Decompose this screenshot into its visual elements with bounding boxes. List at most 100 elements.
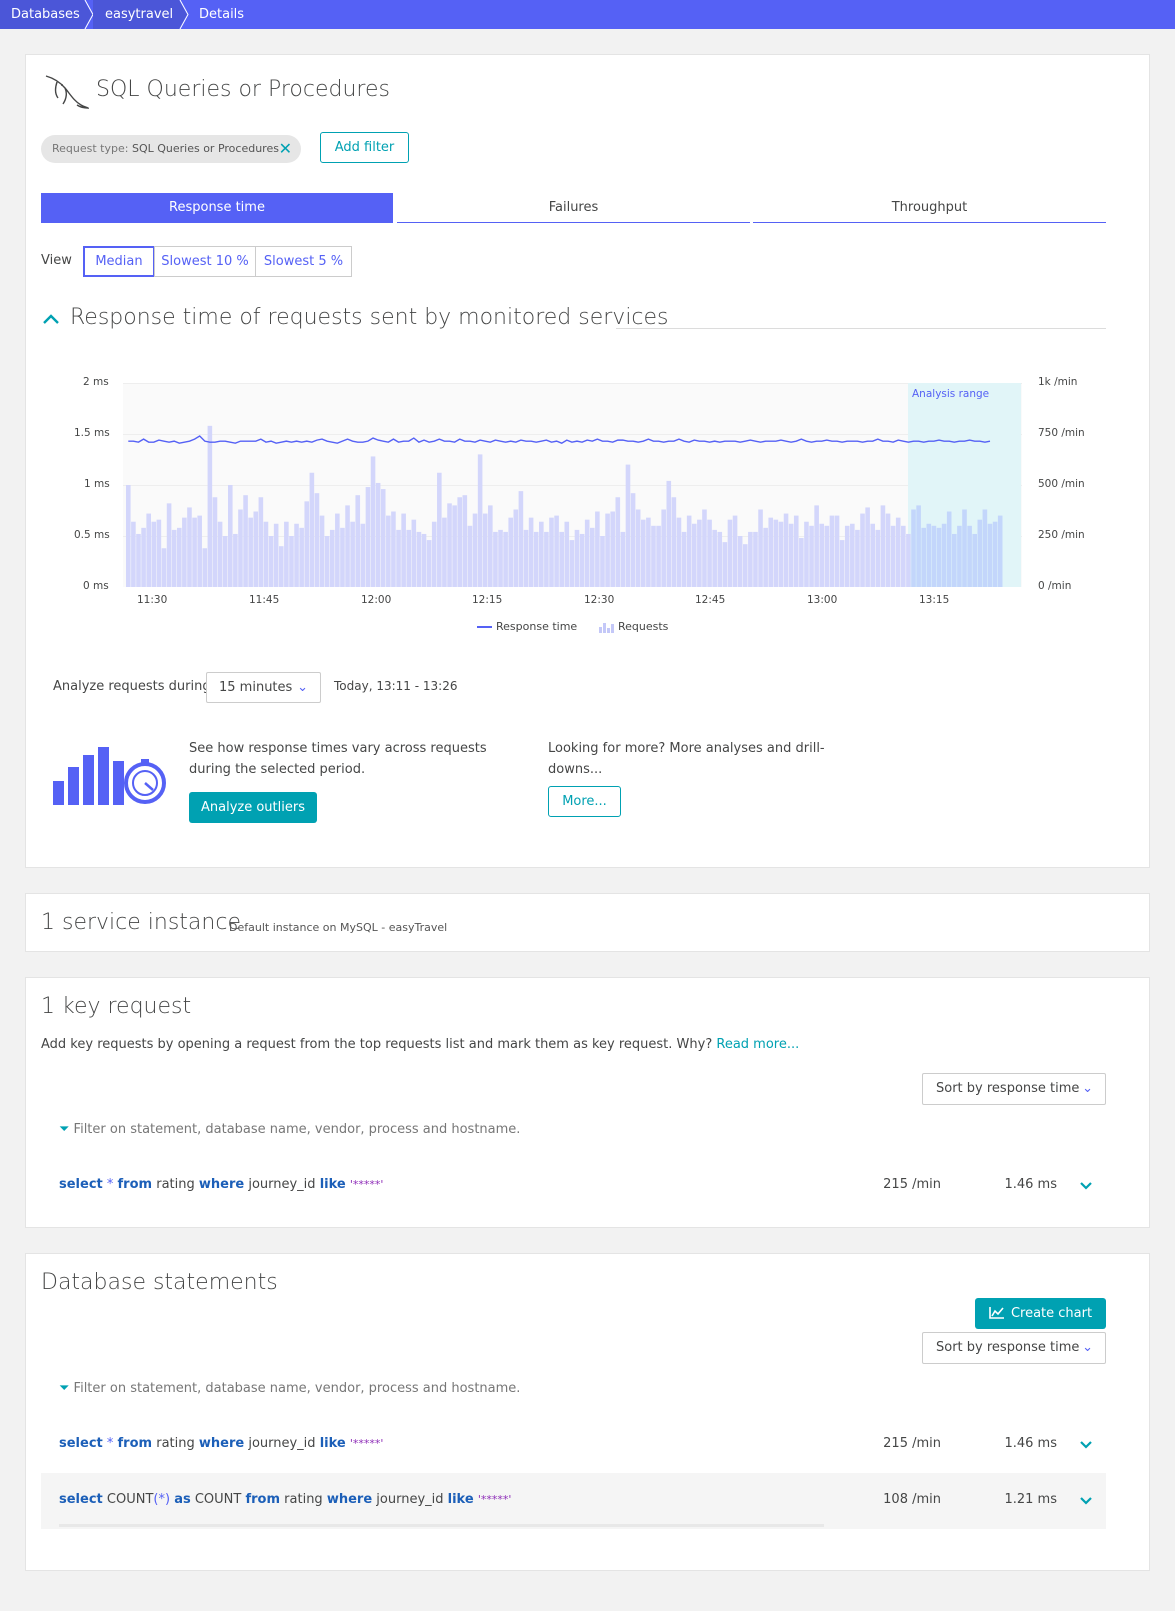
- request-bar: [401, 513, 406, 587]
- legend-response-time[interactable]: Response time: [477, 620, 577, 633]
- table-row[interactable]: select * from rating where journey_id li…: [41, 1422, 1106, 1466]
- request-bar: [416, 531, 422, 587]
- analyze-label: Analyze requests during: [53, 679, 211, 694]
- add-filter-button[interactable]: Add filter: [320, 132, 409, 163]
- table-row[interactable]: select * from rating where journey_id li…: [41, 1163, 1106, 1207]
- request-bar: [732, 515, 738, 587]
- request-bar: [952, 533, 957, 587]
- request-bar: [411, 519, 417, 587]
- expand-chevron-icon[interactable]: [1079, 1181, 1093, 1191]
- sort-value: Sort by response time: [936, 1081, 1080, 1096]
- request-bar: [615, 497, 621, 587]
- request-bar: [197, 515, 202, 587]
- request-bar: [651, 525, 656, 587]
- request-bar: [972, 533, 977, 587]
- sql-operator: *: [106, 1177, 114, 1192]
- request-bar: [187, 507, 192, 587]
- chart-plot-area[interactable]: Analysis range: [123, 383, 1022, 587]
- sql-identifier: journey_id: [248, 1177, 316, 1192]
- chevron-down-icon: ⌄: [1082, 1340, 1093, 1355]
- view-slowest-5-button[interactable]: Slowest 5 %: [255, 246, 352, 277]
- request-bar: [707, 519, 712, 587]
- request-bar: [299, 527, 304, 587]
- request-bar: [875, 529, 881, 587]
- sql-string: '*****': [477, 1493, 512, 1506]
- remove-filter-icon[interactable]: ✕: [279, 135, 292, 163]
- request-bar: [375, 482, 381, 587]
- breadcrumb-item-easytravel[interactable]: easytravel: [93, 0, 179, 29]
- analyze-duration-select[interactable]: 15 minutes ⌄: [206, 672, 321, 703]
- view-median-button[interactable]: Median: [83, 246, 155, 277]
- sql-statement[interactable]: select COUNT(*) as COUNT from rating whe…: [59, 1492, 511, 1507]
- sql-identifier: journey_id: [376, 1492, 444, 1507]
- request-bar: [360, 523, 366, 587]
- sql-statement[interactable]: select * from rating where journey_id li…: [59, 1436, 383, 1451]
- request-bar: [289, 536, 294, 587]
- tab-failures[interactable]: Failures: [397, 193, 750, 223]
- y-left-tick: 2 ms: [83, 376, 109, 388]
- request-bar: [227, 485, 233, 587]
- key-requests-filter[interactable]: ⏷ Filter on statement, database name, ve…: [59, 1122, 520, 1137]
- request-bar: [294, 523, 299, 587]
- request-bar: [850, 523, 855, 587]
- horizontal-scrollbar[interactable]: [59, 1524, 824, 1527]
- request-bar: [997, 515, 1003, 587]
- tab-throughput[interactable]: Throughput: [753, 193, 1106, 223]
- more-button[interactable]: More...: [548, 786, 621, 817]
- chart-section-title: Response time of requests sent by monito…: [70, 305, 669, 330]
- sort-value: Sort by response time: [936, 1340, 1080, 1355]
- request-bar: [182, 517, 187, 587]
- response-time-value: 1.46 ms: [1004, 1436, 1057, 1451]
- request-bar: [982, 509, 988, 587]
- request-bar: [523, 529, 529, 587]
- db-statements-filter[interactable]: ⏷ Filter on statement, database name, ve…: [59, 1381, 520, 1396]
- request-bar: [712, 529, 717, 587]
- legend-label: Requests: [618, 620, 669, 633]
- view-slowest-10-button[interactable]: Slowest 10 %: [154, 246, 256, 277]
- create-chart-button[interactable]: Create chart: [975, 1298, 1106, 1329]
- request-bar: [676, 517, 682, 587]
- y-left-tick: 1 ms: [84, 478, 110, 490]
- sql-keyword: where: [198, 1436, 245, 1451]
- key-requests-sort-select[interactable]: Sort by response time ⌄: [922, 1073, 1106, 1105]
- request-bar: [452, 505, 457, 587]
- breadcrumb-separator-icon: [179, 0, 189, 29]
- bar-legend-icon: [599, 622, 614, 633]
- request-bar: [579, 533, 585, 587]
- chart-icon: [989, 1307, 1004, 1319]
- sql-identifier: journey_id: [248, 1436, 316, 1451]
- request-bar: [605, 513, 610, 587]
- tab-response-time[interactable]: Response time: [41, 193, 393, 223]
- breadcrumb-item-databases[interactable]: Databases: [0, 0, 84, 29]
- sql-keyword: where: [198, 1177, 245, 1192]
- response-time-value: 1.46 ms: [1004, 1177, 1057, 1192]
- legend-requests[interactable]: Requests: [599, 620, 668, 633]
- request-bar: [901, 525, 906, 587]
- request-bar: [554, 515, 559, 587]
- filter-chip[interactable]: Request type: SQL Queries or Procedures …: [41, 135, 301, 163]
- analyze-outliers-button[interactable]: Analyze outliers: [189, 792, 317, 823]
- request-bar: [370, 456, 376, 587]
- y-left-tick: 0 ms: [83, 580, 109, 592]
- legend-label: Response time: [496, 620, 578, 633]
- sql-statement[interactable]: select * from rating where journey_id li…: [59, 1177, 383, 1192]
- request-rate: 108 /min: [883, 1492, 941, 1507]
- request-bar: [263, 521, 269, 587]
- expand-chevron-icon[interactable]: [1079, 1440, 1093, 1450]
- request-bar: [549, 517, 554, 587]
- request-bar: [447, 503, 452, 587]
- request-bar: [309, 472, 315, 587]
- expand-chevron-icon[interactable]: [1079, 1496, 1093, 1506]
- read-more-link[interactable]: Read more...: [716, 1037, 799, 1052]
- request-bar: [365, 487, 371, 587]
- instance-subtitle[interactable]: Default instance on MySQL - easyTravel: [229, 921, 447, 934]
- db-statements-sort-select[interactable]: Sort by response time ⌄: [922, 1332, 1106, 1364]
- collapse-chevron-icon[interactable]: [41, 312, 61, 326]
- request-bar: [314, 493, 320, 587]
- analysis-range-label: Analysis range: [912, 388, 989, 400]
- request-bar: [391, 511, 396, 587]
- request-bar: [778, 521, 784, 587]
- request-bar: [646, 517, 651, 587]
- table-row[interactable]: select COUNT(*) as COUNT from rating whe…: [41, 1473, 1106, 1529]
- y-right-tick: 1k /min: [1038, 376, 1078, 388]
